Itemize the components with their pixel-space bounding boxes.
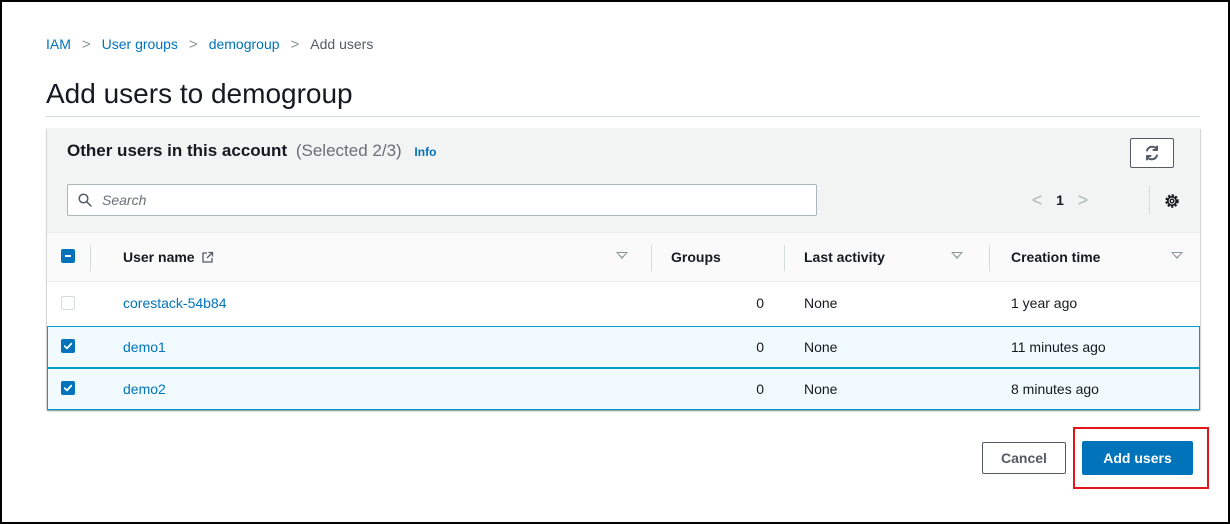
groups-count: 0: [756, 295, 764, 311]
previous-page-button[interactable]: <: [1027, 190, 1047, 211]
breadcrumb-item-demogroup[interactable]: demogroup: [209, 36, 280, 52]
checkmark-icon: [63, 342, 73, 350]
table-settings-button[interactable]: [1161, 190, 1183, 212]
breadcrumb-item-iam[interactable]: IAM: [46, 36, 71, 52]
panel-title: Other users in this account (Selected 2/…: [67, 140, 436, 163]
user-name-link[interactable]: demo2: [123, 369, 166, 409]
groups-count: 0: [756, 381, 764, 397]
selection-counter: (Selected 2/3): [295, 141, 402, 160]
column-header-label: User name: [123, 249, 195, 265]
groups-count: 0: [756, 339, 764, 355]
column-divider: [90, 245, 91, 271]
page-title: Add users to demogroup: [46, 78, 353, 109]
refresh-button[interactable]: [1130, 138, 1174, 168]
sort-icon[interactable]: [951, 252, 963, 259]
panel-title-text: Other users in this account: [67, 141, 288, 160]
select-all-checkbox[interactable]: [61, 249, 75, 263]
last-activity: None: [804, 339, 838, 355]
table-header: User name Groups Last activity Creation …: [47, 232, 1200, 282]
sort-icon[interactable]: [1171, 252, 1183, 259]
search-input[interactable]: [100, 191, 784, 209]
breadcrumb-item-user-groups[interactable]: User groups: [102, 36, 178, 52]
gear-icon: [1165, 194, 1179, 208]
last-activity: None: [804, 295, 838, 311]
breadcrumb-separator: >: [290, 35, 300, 53]
sort-icon[interactable]: [616, 252, 628, 259]
table-row[interactable]: demo2 0 None 8 minutes ago: [47, 368, 1200, 410]
row-checkbox[interactable]: [61, 296, 75, 310]
breadcrumb: IAM > User groups > demogroup > Add user…: [46, 34, 373, 54]
creation-time: 1 year ago: [1011, 295, 1078, 311]
page-frame: IAM > User groups > demogroup > Add user…: [0, 0, 1230, 524]
table-row[interactable]: corestack-54b84 0 None 1 year ago: [47, 283, 1200, 325]
title-divider: [46, 116, 1200, 117]
users-table-panel: Other users in this account (Selected 2/…: [47, 128, 1200, 410]
user-name-link[interactable]: demo1: [123, 327, 166, 367]
search-field[interactable]: [67, 184, 817, 216]
column-divider: [784, 245, 785, 271]
creation-time: 8 minutes ago: [1011, 381, 1099, 397]
user-name-link[interactable]: corestack-54b84: [123, 283, 227, 323]
panel-header: Other users in this account (Selected 2/…: [47, 128, 1200, 232]
column-header-last-activity[interactable]: Last activity: [804, 233, 885, 281]
refresh-icon: [1146, 145, 1158, 161]
highlight-annotation: [1073, 427, 1209, 489]
column-header-groups[interactable]: Groups: [671, 233, 721, 281]
cancel-button[interactable]: Cancel: [982, 442, 1066, 474]
breadcrumb-separator: >: [188, 35, 198, 53]
last-activity: None: [804, 381, 838, 397]
table-row[interactable]: demo1 0 None 11 minutes ago: [47, 326, 1200, 368]
row-checkbox[interactable]: [61, 339, 75, 353]
breadcrumb-separator: >: [81, 35, 91, 53]
pagination: < 1 >: [1027, 186, 1093, 214]
info-link[interactable]: Info: [414, 145, 436, 159]
breadcrumb-current: Add users: [310, 36, 374, 52]
column-header-user-name[interactable]: User name: [123, 233, 214, 281]
external-link-icon: [201, 251, 213, 263]
pagination-divider: [1149, 186, 1150, 214]
column-divider: [651, 245, 652, 271]
column-divider: [989, 245, 990, 271]
next-page-button[interactable]: >: [1073, 190, 1093, 211]
column-header-creation-time[interactable]: Creation time: [1011, 233, 1100, 281]
checkmark-icon: [63, 384, 73, 392]
creation-time: 11 minutes ago: [1011, 339, 1106, 355]
row-checkbox[interactable]: [61, 381, 75, 395]
indeterminate-icon: [65, 255, 71, 257]
current-page-number[interactable]: 1: [1047, 192, 1073, 208]
search-icon: [78, 193, 92, 207]
